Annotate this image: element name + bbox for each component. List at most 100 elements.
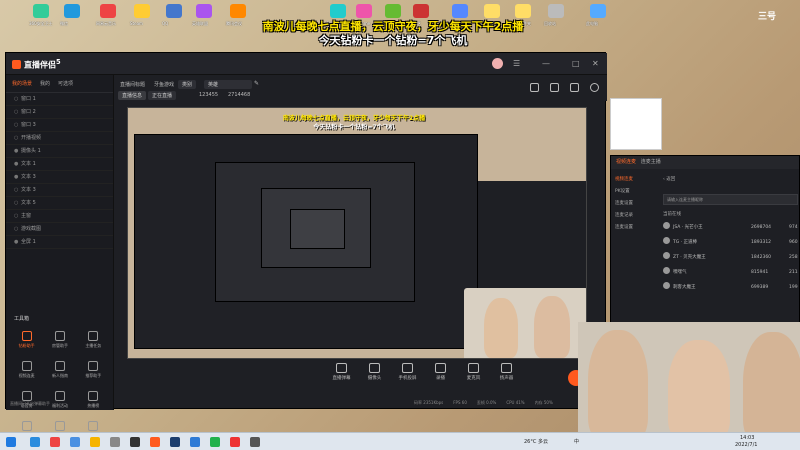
panel-title[interactable]: 视频连麦 [616,159,636,165]
gift-icon[interactable] [550,83,559,92]
stream-preview[interactable]: 南波儿每晚七点直播，云顶守夜，牙少每天下午2点播 今天钻粉卡一个钻粉=7个飞机 [127,107,587,359]
scene-item[interactable]: ○ 窗口 1 [6,93,113,106]
desktop-icon[interactable] [413,4,429,18]
user-avatar[interactable] [492,58,503,69]
desktop-icon[interactable] [230,4,246,18]
clock-time[interactable]: 14:03 [740,435,754,441]
bottom-tool-button[interactable]: 扬声器 [495,363,518,381]
scene-item[interactable]: ○ 文本 5 [6,197,113,210]
desktop-icon[interactable] [548,4,564,18]
folder-icon[interactable] [90,437,100,447]
panel-menu-item[interactable]: PK设置 [615,188,661,200]
streamer-row[interactable]: 刺客大魔王 699389 199 [663,282,800,294]
start-icon[interactable] [6,437,16,447]
maximize-icon[interactable]: □ [572,59,580,68]
scene-item[interactable]: ○ 开播视频 [6,132,113,145]
tool-button[interactable]: 视频连麦 [10,361,43,379]
streamer-row[interactable]: ZT · 贝壳大魔王 1842360 258 [663,252,800,264]
sidebar-tab[interactable]: 可选项 [58,80,73,87]
bottom-tool-button[interactable]: 手机投屏 [396,363,419,381]
weather[interactable]: 26°C 多云 [524,438,548,445]
menu-icon[interactable]: ☰ [513,59,520,68]
desktop-icon[interactable] [134,4,150,18]
tool-button[interactable]: 主播任务 [77,331,110,349]
desktop-icon[interactable] [385,4,401,18]
live-app-icon[interactable] [150,437,160,447]
scene-item[interactable]: ● 摄像头 1 [6,145,113,158]
bottom-tool-button[interactable]: 录播 [429,363,452,381]
bottom-tool-button[interactable]: 摄像头 [363,363,386,381]
scene-item[interactable]: ○ 窗口 3 [6,119,113,132]
visibility-icon[interactable]: ○ [14,106,21,119]
desktop-icon[interactable] [196,4,212,18]
desktop-icon[interactable] [33,4,49,18]
desktop-icon[interactable] [356,4,372,18]
visibility-icon[interactable]: ● [14,171,21,184]
tool-button[interactable]: 房管助手 [43,331,76,349]
scene-item[interactable]: ● 文本 3 [6,171,113,184]
desktop-icon[interactable] [515,4,531,18]
scene-item[interactable]: ○ 游戏截图 [6,223,113,236]
terminal-icon[interactable] [130,437,140,447]
visibility-icon[interactable]: ○ [14,184,21,197]
scene-item[interactable]: ○ 主窗 [6,210,113,223]
tool-button[interactable]: 热播榜 [77,391,110,409]
room-title[interactable]: 牙鱼游戏 [154,81,174,88]
visibility-icon[interactable]: ○ [14,132,21,145]
sidebar-tab[interactable]: 我的场景 [12,80,32,87]
category-select[interactable]: 英雄 [204,80,252,89]
search-input[interactable]: 请输入连麦主播昵称 [663,194,798,205]
streamer-row[interactable]: TG · 正道棒 1893312 960 [663,237,800,249]
desktop-icon[interactable] [484,4,500,18]
minimize-icon[interactable]: — [542,59,550,68]
clock-date[interactable]: 2022/7/1 [735,442,757,448]
streamer-row[interactable]: 嘿嘿气 815941 211 [663,267,800,279]
sidebar-tab[interactable]: 我的 [40,80,50,87]
visibility-icon[interactable]: ○ [14,210,21,223]
visibility-icon[interactable]: ● [14,145,21,158]
steam-icon[interactable] [170,437,180,447]
tool-button[interactable]: 钻粉助手 [10,331,43,349]
popup-window[interactable] [610,98,662,150]
wechat-icon[interactable] [210,437,220,447]
visibility-icon[interactable]: ● [14,158,21,171]
tool-button[interactable]: 新人指南 [43,361,76,379]
app-icon[interactable] [110,437,120,447]
desktop-icon[interactable] [100,4,116,18]
edit-icon[interactable]: ✎ [254,80,259,87]
files-icon[interactable] [70,437,80,447]
panel-menu-item[interactable]: 连麦设置 [615,200,661,212]
bottom-tool-button[interactable]: 麦克风 [462,363,485,381]
visibility-icon[interactable]: ● [14,236,21,249]
bottom-tool-button[interactable]: 直播弹幕 [330,363,353,381]
tool-button[interactable]: 推荐助手 [77,361,110,379]
streamer-row[interactable]: JSA · 光芒小王 2698704 974 [663,222,800,234]
panel-menu-item[interactable]: 视频连麦 [615,176,661,188]
desktop-icon[interactable] [330,4,346,18]
close-icon[interactable]: ✕ [592,59,599,68]
scene-item[interactable]: ● 全屏 1 [6,236,113,249]
desktop-icon[interactable] [166,4,182,18]
ime-indicator[interactable]: 中 [574,438,579,445]
scene-item[interactable]: ● 文本 1 [6,158,113,171]
desktop-icon[interactable] [452,4,468,18]
browser-icon[interactable] [50,437,60,447]
music-icon[interactable] [230,437,240,447]
share-icon[interactable] [530,83,539,92]
panel-subtitle[interactable]: 连麦主播 [641,159,661,165]
visibility-icon[interactable]: ○ [14,223,21,236]
settings-icon[interactable] [570,83,579,92]
panel-menu-item[interactable]: 连麦设置 [615,224,661,236]
desktop-icon[interactable] [64,4,80,18]
tool-icon[interactable] [250,437,260,447]
scene-item[interactable]: ○ 文本 3 [6,184,113,197]
back-link[interactable]: ‹ 返回 [663,176,675,182]
visibility-icon[interactable]: ○ [14,93,21,106]
scene-item[interactable]: ○ 窗口 2 [6,106,113,119]
edge-icon[interactable] [30,437,40,447]
bell-icon[interactable] [590,83,599,92]
visibility-icon[interactable]: ○ [14,197,21,210]
qq-icon[interactable] [190,437,200,447]
desktop-icon[interactable] [590,4,606,18]
visibility-icon[interactable]: ○ [14,119,21,132]
